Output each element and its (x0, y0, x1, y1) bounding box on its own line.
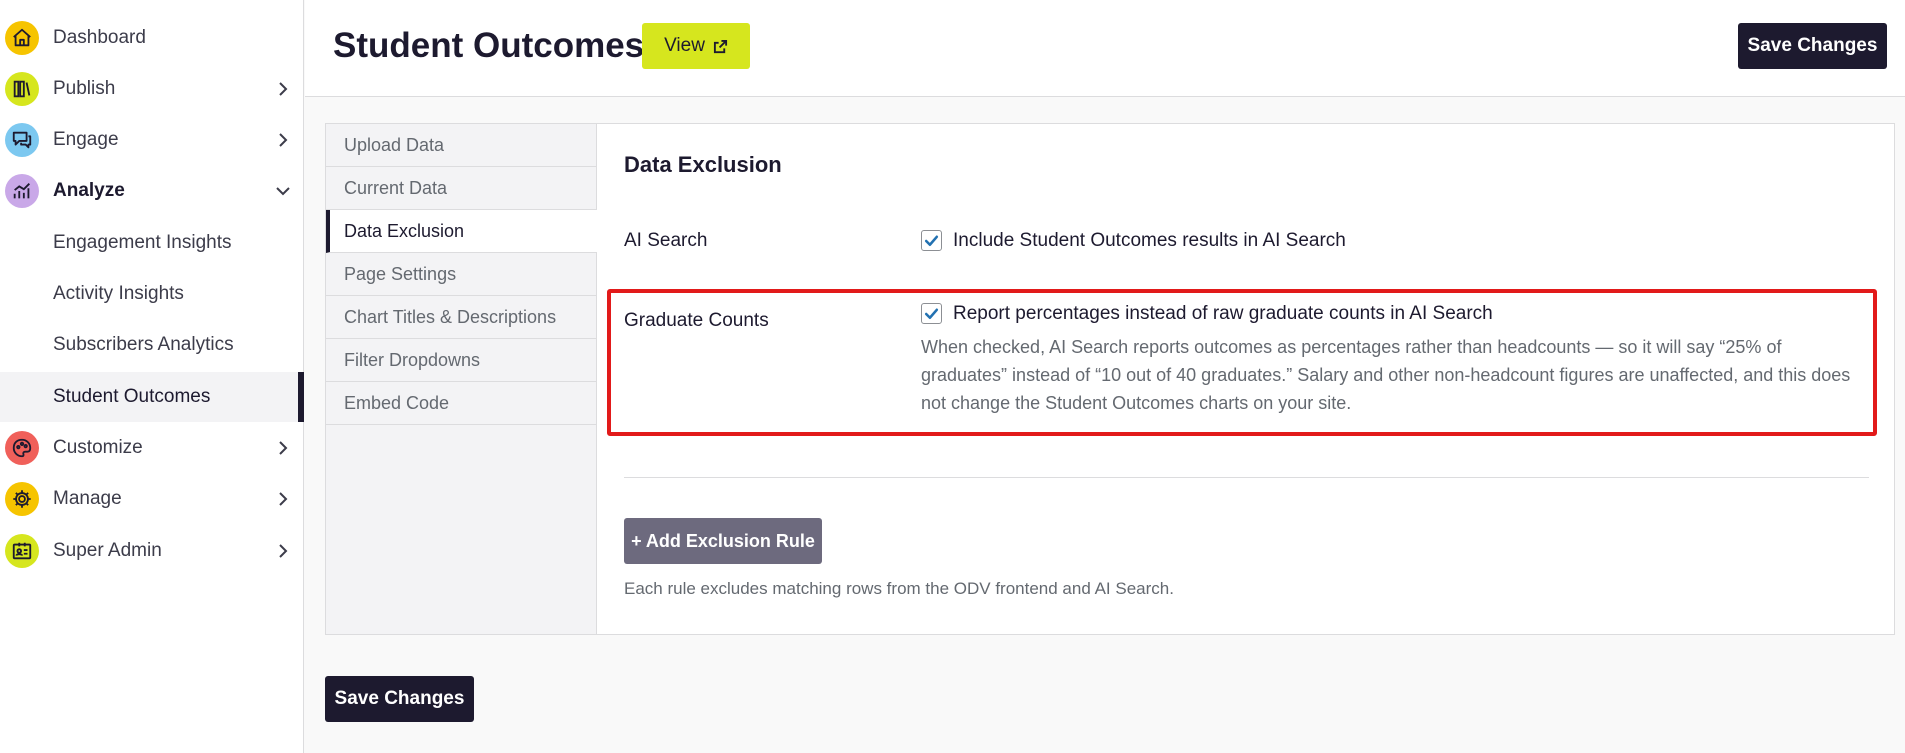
chevron-right-icon (276, 544, 290, 558)
tab-chart-titles-descriptions[interactable]: Chart Titles & Descriptions (326, 296, 596, 339)
sidebar-subitem-activity-insights[interactable]: Activity Insights (0, 269, 304, 319)
sidebar-item-engage[interactable]: Engage (0, 115, 304, 165)
add-exclusion-rule-button[interactable]: + Add Exclusion Rule (624, 518, 822, 564)
sidebar-subitem-label: Student Outcomes (53, 386, 211, 407)
tab-page-settings[interactable]: Page Settings (326, 253, 596, 296)
divider (624, 477, 1869, 478)
sidebar-subitem-label: Engagement Insights (53, 232, 232, 253)
tab-content: Data Exclusion AI Search Include Student… (597, 124, 1894, 634)
external-link-icon (713, 39, 727, 53)
publish-icon (5, 72, 39, 106)
graduate-counts-checkbox[interactable] (921, 303, 942, 324)
sidebar-item-dashboard[interactable]: Dashboard (0, 13, 304, 63)
chevron-right-icon (276, 82, 290, 96)
sidebar-item-customize[interactable]: Customize (0, 423, 304, 473)
ai-search-checkbox[interactable] (921, 230, 942, 251)
checkmark-icon (924, 308, 939, 320)
chevron-right-icon (276, 441, 290, 455)
page-header: Student Outcomes View Save Changes (305, 0, 1905, 97)
save-changes-button-bottom[interactable]: Save Changes (325, 676, 474, 722)
sidebar-item-label: Analyze (53, 180, 125, 201)
graduate-counts-description: When checked, AI Search reports outcomes… (921, 337, 1851, 413)
palette-icon (5, 431, 39, 465)
sidebar-item-label: Engage (53, 129, 119, 150)
settings-tabs: Upload Data Current Data Data Exclusion … (326, 124, 597, 634)
sidebar-item-label: Manage (53, 488, 122, 509)
sidebar-item-analyze[interactable]: Analyze (0, 166, 304, 216)
tab-embed-code[interactable]: Embed Code (326, 382, 596, 425)
gear-icon (5, 482, 39, 516)
sidebar-item-manage[interactable]: Manage (0, 474, 304, 524)
sidebar-subitem-student-outcomes[interactable]: Student Outcomes (0, 372, 304, 422)
sidebar-subitem-label: Activity Insights (53, 283, 184, 304)
help-text: Each rule excludes matching rows from th… (624, 579, 1174, 598)
graduate-counts-label: Graduate Counts (624, 310, 769, 331)
sidebar-subitem-subscribers-analytics[interactable]: Subscribers Analytics (0, 320, 304, 370)
checkmark-icon (924, 235, 939, 247)
tab-filter-dropdowns[interactable]: Filter Dropdowns (326, 339, 596, 382)
tab-current-data[interactable]: Current Data (326, 167, 596, 210)
chat-icon (5, 123, 39, 157)
tab-upload-data[interactable]: Upload Data (326, 124, 596, 167)
save-changes-button[interactable]: Save Changes (1738, 23, 1887, 69)
view-button[interactable]: View (642, 23, 750, 69)
sidebar-item-publish[interactable]: Publish (0, 64, 304, 114)
sidebar: Dashboard Publish Engage Analyze Engagem… (0, 0, 304, 753)
page-title: Student Outcomes (333, 26, 645, 65)
sidebar-subitem-label: Subscribers Analytics (53, 334, 234, 355)
sidebar-item-label: Customize (53, 437, 143, 458)
ai-search-checkbox-label[interactable]: Include Student Outcomes results in AI S… (953, 230, 1346, 252)
section-title: Data Exclusion (624, 152, 782, 177)
analytics-icon (5, 174, 39, 208)
chevron-right-icon (276, 133, 290, 147)
view-button-label: View (664, 35, 705, 56)
sidebar-item-label: Publish (53, 78, 116, 99)
graduate-counts-checkbox-label[interactable]: Report percentages instead of raw gradua… (953, 303, 1493, 325)
sidebar-item-label: Dashboard (53, 27, 146, 48)
ai-search-label: AI Search (624, 230, 708, 251)
sidebar-subitem-engagement-insights[interactable]: Engagement Insights (0, 218, 304, 268)
home-icon (5, 21, 39, 55)
settings-panel: Upload Data Current Data Data Exclusion … (325, 123, 1895, 635)
id-badge-icon (5, 534, 39, 568)
sidebar-item-label: Super Admin (53, 540, 162, 561)
chevron-right-icon (276, 492, 290, 506)
tab-data-exclusion[interactable]: Data Exclusion (326, 210, 597, 253)
sidebar-item-super-admin[interactable]: Super Admin (0, 526, 304, 576)
chevron-down-icon (276, 184, 290, 198)
